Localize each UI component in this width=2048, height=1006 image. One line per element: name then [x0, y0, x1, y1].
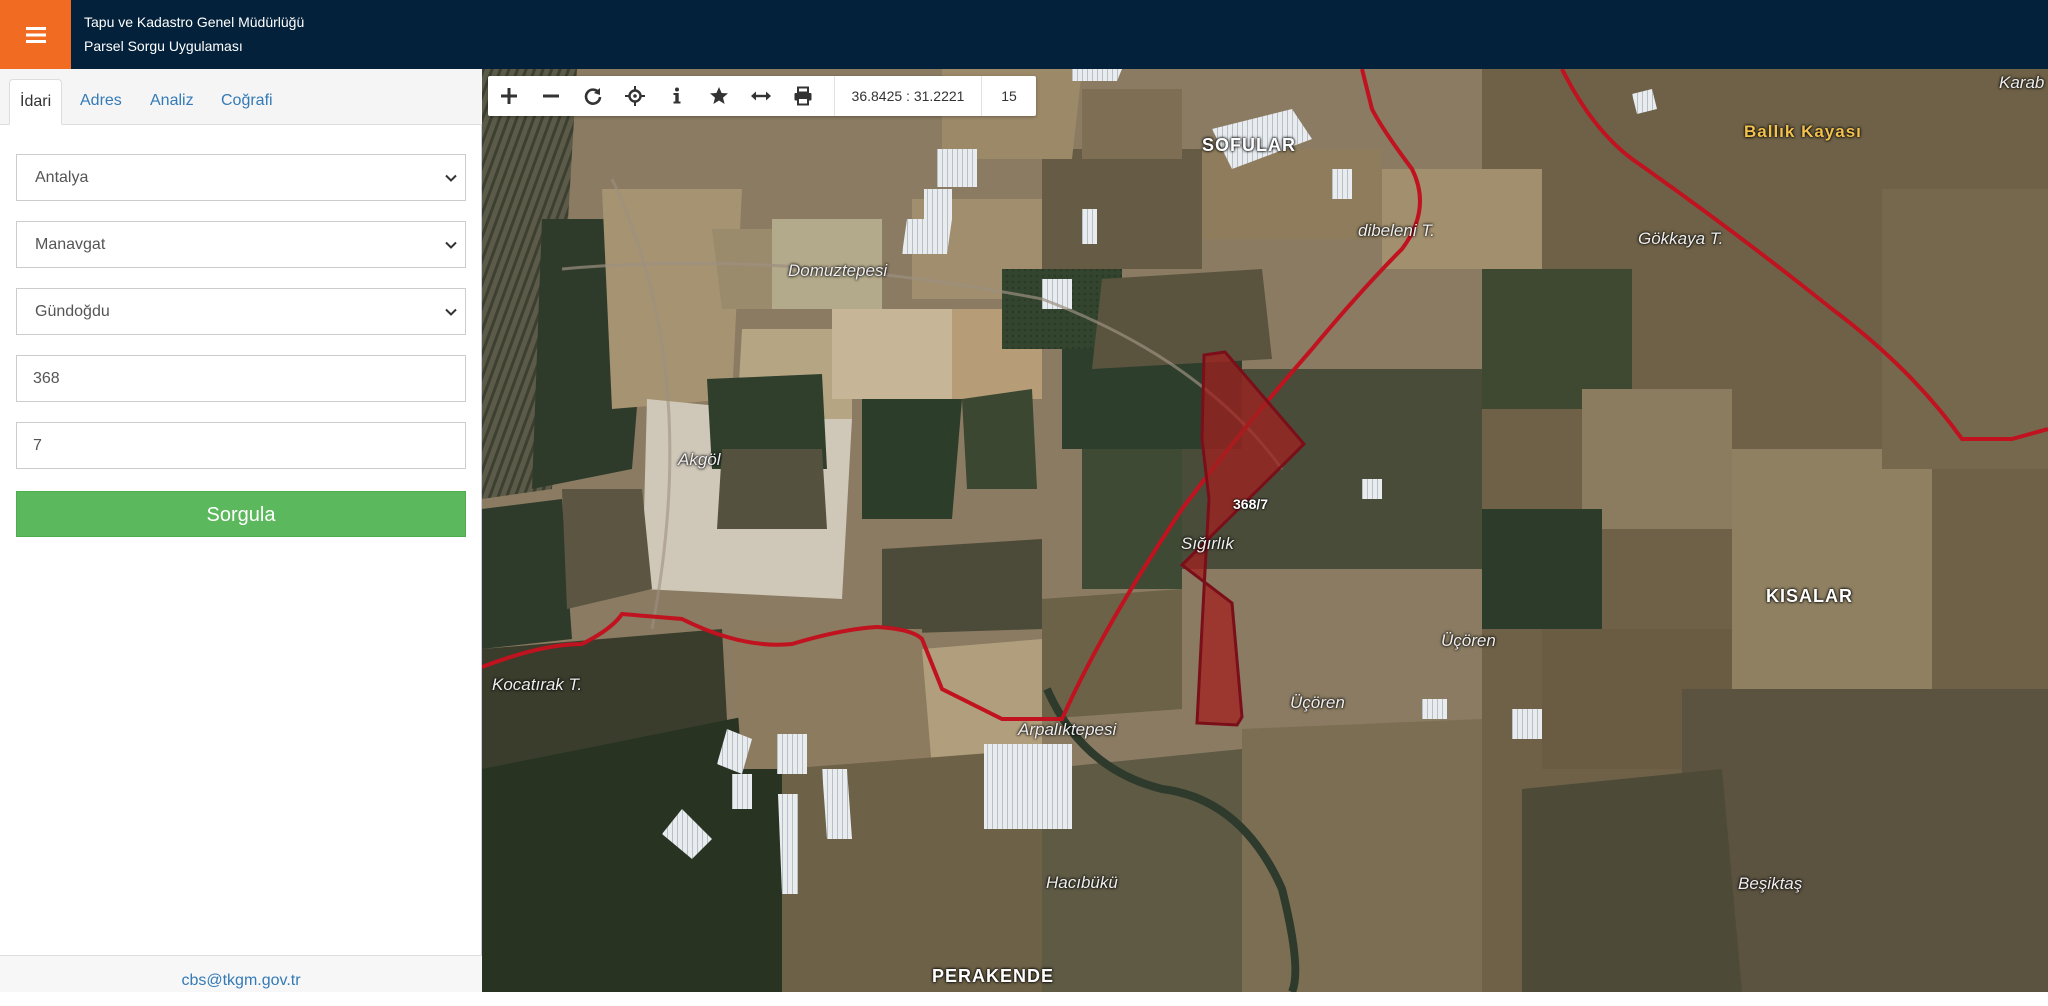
satellite-imagery	[482, 69, 2048, 992]
place-label: Sığırlık	[1181, 534, 1234, 553]
measure-icon	[751, 91, 771, 101]
contact-email-link[interactable]: cbs@tkgm.gov.tr	[181, 972, 300, 989]
place-label: Karab	[1999, 73, 2045, 92]
sidebar: İdari Adres Analiz Coğrafi Antalya Manav…	[0, 69, 482, 992]
map-toolbar: 36.8425 : 31.2221 15	[488, 76, 1036, 116]
zoom-out-button[interactable]	[530, 76, 572, 116]
sidebar-footer: cbs@tkgm.gov.tr	[0, 955, 482, 992]
neighborhood-value: Gündoğdu	[35, 303, 110, 320]
tab-bar: İdari Adres Analiz Coğrafi	[0, 69, 482, 125]
place-label: KISALAR	[1766, 586, 1853, 606]
print-icon	[794, 86, 812, 106]
place-label: Akgöl	[678, 450, 721, 469]
parcel-no-input[interactable]: 7	[16, 422, 466, 469]
tab-cografi[interactable]: Coğrafi	[211, 79, 283, 125]
app-title: Tapu ve Kadastro Genel Müdürlüğü Parsel …	[84, 10, 304, 58]
place-label: Üçören	[1441, 631, 1496, 650]
menu-button[interactable]	[0, 0, 71, 69]
info-button[interactable]	[656, 76, 698, 116]
locate-icon	[625, 86, 645, 106]
place-label: Ballık Kayası	[1744, 122, 1862, 141]
district-select[interactable]: Manavgat	[16, 221, 466, 268]
tab-analiz[interactable]: Analiz	[140, 79, 204, 125]
place-label: dibeleni T.	[1358, 221, 1435, 240]
parcel-no-value: 7	[33, 437, 42, 454]
app-title-line1: Tapu ve Kadastro Genel Müdürlüğü	[84, 14, 305, 30]
chevron-down-icon	[445, 174, 457, 182]
place-label: Gökkaya T.	[1638, 229, 1724, 248]
place-label: Üçören	[1290, 693, 1345, 712]
locate-button[interactable]	[614, 76, 656, 116]
measure-button[interactable]	[740, 76, 782, 116]
hamburger-icon	[25, 26, 46, 43]
place-label: Domuztepesi	[788, 261, 888, 280]
province-select[interactable]: Antalya	[16, 154, 466, 201]
place-label: PERAKENDE	[932, 966, 1055, 986]
print-button[interactable]	[782, 76, 824, 116]
coordinate-readout: 36.8425 : 31.2221	[834, 76, 982, 116]
refresh-icon	[584, 88, 602, 105]
block-no-value: 368	[33, 370, 60, 387]
province-value: Antalya	[35, 169, 89, 186]
zoom-out-icon	[543, 94, 559, 98]
zoom-in-button[interactable]	[488, 76, 530, 116]
zoom-in-icon	[501, 88, 517, 104]
map-view[interactable]: 36.8425 : 31.2221 15 SOFULAR Ballık Kaya…	[482, 69, 2048, 992]
place-label: Hacıbükü	[1046, 873, 1118, 892]
place-label: Arpalıktepesi	[1018, 720, 1117, 739]
zoom-level-readout: 15	[1001, 88, 1017, 104]
refresh-button[interactable]	[572, 76, 614, 116]
app-title-line2: Parsel Sorgu Uygulaması	[84, 38, 243, 54]
place-label: Kocatırak T.	[492, 675, 583, 694]
parcel-label[interactable]: 368/7	[1233, 496, 1268, 512]
tab-adres[interactable]: Adres	[70, 79, 132, 125]
star-icon	[710, 87, 728, 104]
favorite-button[interactable]	[698, 76, 740, 116]
chevron-down-icon	[445, 308, 457, 316]
chevron-down-icon	[445, 241, 457, 249]
app-header: Tapu ve Kadastro Genel Müdürlüğü Parsel …	[0, 0, 2048, 69]
place-label: SOFULAR	[1202, 135, 1296, 155]
tab-idari[interactable]: İdari	[9, 79, 63, 125]
neighborhood-select[interactable]: Gündoğdu	[16, 288, 466, 335]
place-label: Beşiktaş	[1738, 874, 1803, 893]
info-icon	[673, 87, 681, 104]
block-no-input[interactable]: 368	[16, 355, 466, 402]
query-button[interactable]: Sorgula	[16, 491, 466, 537]
district-value: Manavgat	[35, 236, 106, 253]
